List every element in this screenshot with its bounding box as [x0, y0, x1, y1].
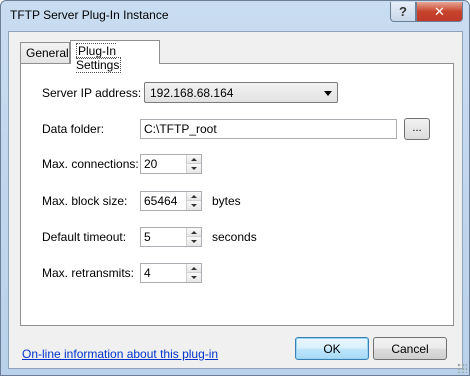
arrow-down-icon	[191, 276, 197, 279]
max-block-size-value: 65464	[144, 194, 178, 208]
server-ip-label: Server IP address:	[42, 86, 142, 100]
tab-plugin-settings[interactable]: Plug-In Settings	[70, 40, 160, 73]
default-timeout-label: Default timeout:	[42, 230, 127, 244]
title-bar[interactable]: TFTP Server Plug-In Instance ? ✕	[1, 1, 469, 31]
arrow-up-icon	[191, 230, 197, 234]
browse-button[interactable]: ...	[404, 118, 430, 140]
max-connections-value: 20	[144, 157, 158, 171]
close-button[interactable]: ✕	[416, 2, 463, 22]
max-retransmits-stepper[interactable]: 4	[140, 263, 202, 283]
max-connections-stepper[interactable]: 20	[140, 154, 202, 174]
default-timeout-spin-buttons	[186, 228, 201, 246]
dialog-client-area: General Plug-In Settings Server IP addre…	[8, 31, 463, 369]
cancel-button-label: Cancel	[391, 342, 429, 356]
arrow-down-icon	[191, 204, 197, 207]
help-button[interactable]: ?	[390, 2, 416, 22]
default-timeout-stepper[interactable]: 5	[140, 227, 202, 247]
max-block-size-stepper[interactable]: 65464	[140, 191, 202, 211]
spin-up-button[interactable]	[187, 264, 201, 273]
resize-grip-icon[interactable]	[457, 363, 467, 373]
arrow-up-icon	[191, 266, 197, 270]
timeout-unit: seconds	[212, 230, 257, 244]
max-block-size-spin-buttons	[186, 192, 201, 210]
plugin-info-link[interactable]: On-line information about this plug-in	[22, 347, 218, 361]
tab-general[interactable]: General	[20, 42, 70, 63]
server-ip-dropdown[interactable]: 192.168.68.164	[144, 82, 338, 103]
arrow-up-icon	[191, 157, 197, 161]
max-retransmits-value: 4	[144, 266, 151, 280]
ellipsis-icon: ...	[412, 122, 422, 134]
ok-button[interactable]: OK	[295, 337, 369, 360]
ok-button-label: OK	[323, 342, 341, 356]
data-folder-value: C:\TFTP_root	[144, 122, 217, 136]
spin-down-button[interactable]	[187, 164, 201, 173]
arrow-up-icon	[191, 194, 197, 198]
default-timeout-value: 5	[144, 230, 151, 244]
plugin-settings-panel: Server IP address: 192.168.68.164 Data f…	[20, 63, 454, 326]
arrow-down-icon	[191, 240, 197, 243]
close-icon: ✕	[434, 3, 445, 19]
max-retransmits-spin-buttons	[186, 264, 201, 282]
help-icon: ?	[399, 4, 407, 19]
tab-general-label: General	[26, 46, 69, 60]
spin-up-button[interactable]	[187, 228, 201, 237]
max-connections-spin-buttons	[186, 155, 201, 173]
data-folder-field[interactable]: C:\TFTP_root	[140, 119, 397, 139]
max-retransmits-label: Max. retransmits:	[42, 266, 135, 280]
spin-down-button[interactable]	[187, 237, 201, 246]
max-connections-label: Max. connections:	[42, 157, 139, 171]
cancel-button[interactable]: Cancel	[373, 337, 447, 360]
server-ip-value: 192.168.68.164	[150, 86, 234, 100]
data-folder-label: Data folder:	[42, 122, 105, 136]
window-title: TFTP Server Plug-In Instance	[10, 8, 169, 22]
dialog-window: TFTP Server Plug-In Instance ? ✕ General…	[0, 0, 470, 376]
block-size-unit: bytes	[212, 194, 241, 208]
spin-down-button[interactable]	[187, 201, 201, 210]
spin-down-button[interactable]	[187, 273, 201, 282]
max-block-size-label: Max. block size:	[42, 194, 128, 208]
spin-up-button[interactable]	[187, 155, 201, 164]
chevron-down-icon	[324, 91, 332, 96]
arrow-down-icon	[191, 167, 197, 170]
spin-up-button[interactable]	[187, 192, 201, 201]
tab-plugin-settings-label: Plug-In Settings	[76, 43, 122, 73]
